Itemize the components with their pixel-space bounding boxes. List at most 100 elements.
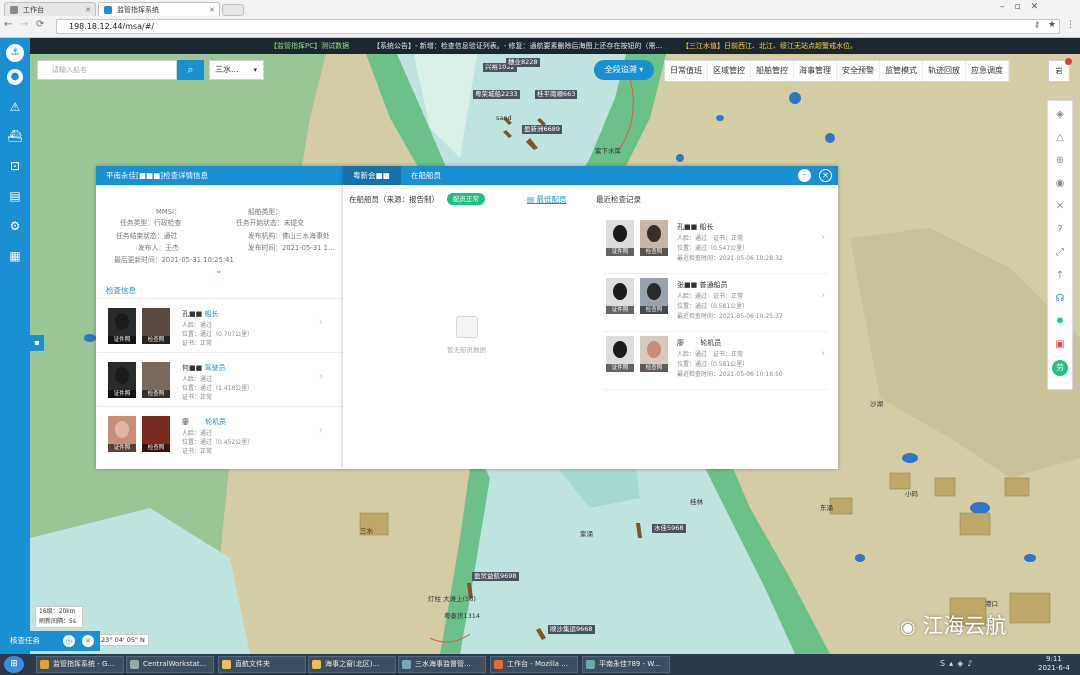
measure-icon[interactable]: △	[1052, 130, 1068, 146]
minimize-button[interactable]: –	[798, 169, 811, 182]
browser-tab-supervision[interactable]: 监管指挥系统 ✕	[98, 2, 220, 16]
tab-company[interactable]: 粤新会■■	[343, 166, 401, 185]
taskbar-item[interactable]: 工作台 - Mozilla ...	[490, 656, 578, 673]
check-photo[interactable]: 检查照	[142, 308, 170, 344]
search-button[interactable]: ⌕	[177, 60, 204, 80]
headset-icon[interactable]: ☊	[1052, 291, 1068, 307]
warning-icon[interactable]: ⚠	[7, 99, 23, 115]
check-photo[interactable]: 检查照	[142, 362, 170, 398]
menu-maritime-mgmt[interactable]: 海事管理	[794, 61, 837, 81]
chevron-right-icon[interactable]: ›	[821, 348, 825, 359]
close-icon[interactable]: ✕	[82, 635, 94, 647]
menu-supervision-mode[interactable]: 监管模式	[880, 61, 923, 81]
forward-icon[interactable]: →	[20, 19, 28, 30]
arrow-up-icon[interactable]: ↑	[1052, 268, 1068, 284]
expand-chevron-icon[interactable]: ⌄	[215, 266, 223, 276]
tab-onboard-crew[interactable]: 在船船员	[411, 166, 441, 185]
browser-tab-workbench[interactable]: 工作台 ✕	[4, 2, 96, 16]
reload-icon[interactable]: ⟳	[36, 19, 44, 30]
layers-icon[interactable]: ◈	[1052, 107, 1068, 123]
chevron-right-icon[interactable]: ›	[319, 317, 323, 328]
expand-panel-button[interactable]: ▪	[30, 335, 44, 351]
labor-icon[interactable]: 劳	[1052, 360, 1068, 376]
chevron-right-icon[interactable]: ›	[319, 371, 323, 382]
crew-row[interactable]: 证件照 检查照 廖 轮机员 人脸：通过 证书：正常 位置：通过（0.581公里）…	[603, 334, 828, 390]
check-photo[interactable]: 检查照	[640, 278, 668, 314]
cert-photo[interactable]: 证件照	[108, 362, 136, 398]
key-icon[interactable]: ⚷	[1034, 20, 1040, 29]
crew-row[interactable]: 证件照 检查照 何■■ 驾驶员 人脸：通过 位置：通过（1.418公里） 证书：…	[96, 352, 343, 406]
vessel-label[interactable]: 穗业8228	[506, 58, 540, 67]
vessel-label[interactable]: 盈贸益航9698	[472, 572, 519, 581]
vessel-label[interactable]: 盈新洲6689	[522, 125, 563, 134]
check-photo[interactable]: 检查照	[640, 220, 668, 256]
window-controls[interactable]: –▫✕	[1000, 2, 1048, 12]
task-bar-tab[interactable]: 核查任务 ◎ ✕	[0, 631, 100, 651]
check-photo[interactable]: 检查照	[142, 416, 170, 452]
chevron-right-icon[interactable]: ›	[821, 290, 825, 301]
vessel-label[interactable]: 粤荣城船2233	[473, 90, 520, 99]
menu-emergency[interactable]: 应急调度	[966, 61, 1009, 81]
crew-row[interactable]: 证件照 检查照 张■■ 普通船员 人脸：通过 证书：正常 位置：通过（0.581…	[603, 276, 828, 332]
lock-icon[interactable]: ⊡	[7, 158, 23, 174]
clock[interactable]: 9:11 2021-6-4	[1038, 655, 1070, 673]
document-icon[interactable]: ▤	[7, 188, 23, 204]
close-button[interactable]: ✕	[819, 169, 832, 182]
star-icon[interactable]: ★	[1048, 20, 1056, 30]
taskbar-item[interactable]: 海事之窗(北区)...	[308, 656, 396, 673]
crew-row[interactable]: 证件照 检查照 孔■■ 船长 人脸：通过 证书：正常 位置：通过（0.547公里…	[603, 218, 828, 274]
help-icon[interactable]: ?	[1052, 222, 1068, 238]
check-photo[interactable]: 检查照	[640, 336, 668, 372]
min-crew-link[interactable]: ▤ 最低配员	[527, 194, 566, 205]
fullscreen-icon[interactable]: ⤢	[1052, 245, 1068, 261]
region-select[interactable]: 三水... ▾	[209, 60, 264, 80]
cert-photo[interactable]: 证件照	[108, 416, 136, 452]
tools-icon[interactable]: ✕	[1052, 199, 1068, 215]
vessel-label[interactable]: 水佳5968	[652, 524, 686, 533]
menu-ship-control[interactable]: 船舶管控	[751, 61, 794, 81]
vessel-label[interactable]: 桂平南顺663	[535, 90, 578, 99]
taskbar-item[interactable]: 平南永佳789 - W...	[582, 656, 670, 673]
gear-icon[interactable]: ⚙	[7, 218, 23, 234]
calendar-red-icon[interactable]: ▣	[1052, 337, 1068, 353]
full-track-button[interactable]: 全段追溯 ▾	[594, 60, 654, 80]
vessel-label[interactable]: 粤泰货1314	[444, 610, 480, 620]
crew-row[interactable]: 证件照 检查照 孔■■ 船长 人脸：通过 位置：通过（0.707公里） 证书：正…	[96, 298, 343, 352]
cert-photo[interactable]: 证件照	[606, 278, 634, 314]
cert-photo[interactable]: 证件照	[606, 336, 634, 372]
menu-safety-warning[interactable]: 安全预警	[837, 61, 880, 81]
menu-icon[interactable]: ⋮	[1066, 20, 1075, 30]
menu-track-playback[interactable]: 轨迹回放	[923, 61, 966, 81]
ship-search-input[interactable]: 请输入船名	[37, 60, 177, 80]
ship-icon[interactable]: ⛴	[7, 128, 23, 144]
firefox-icon	[494, 660, 503, 669]
calendar-icon[interactable]: ▦	[7, 248, 23, 264]
network-icon[interactable]: ✹	[1052, 314, 1068, 330]
menu-daily-duty[interactable]: 日常值班	[665, 61, 708, 81]
start-button[interactable]: ⊞	[4, 656, 24, 673]
crew-row[interactable]: 证件照 检查照 廖 轮机员 人脸：通过 位置：通过（0.452公里） 证书：正常…	[96, 406, 343, 460]
close-tab-icon[interactable]: ✕	[209, 3, 215, 17]
chevron-right-icon[interactable]: ›	[319, 425, 323, 436]
cert-photo[interactable]: 证件照	[108, 308, 136, 344]
taskbar-item[interactable]: 监管指挥系统 - G...	[36, 656, 124, 673]
close-tab-icon[interactable]: ✕	[85, 3, 91, 17]
address-bar[interactable]: 198.18.12.44/msa/#/	[56, 19, 1060, 34]
taskbar-item[interactable]: 三水海事监督管...	[398, 656, 486, 673]
notice-water-level[interactable]: 【三江水值】日前西江、北江、绥江无站点超警戒水位。	[682, 38, 857, 54]
taskbar-item[interactable]: CentralWorkstat...	[126, 656, 214, 673]
vessel-label[interactable]: 顺沙集运9668	[548, 625, 595, 634]
new-tab-button[interactable]	[222, 4, 244, 16]
cert-status: 证书：正常	[182, 448, 213, 455]
view-icon[interactable]: ◎	[63, 635, 75, 647]
notice-announcement[interactable]: 【系统公告】- 新增：检查信息验证列表。- 修复：通航要素删除后海图上还存在按钮…	[373, 38, 662, 54]
user-avatar-icon[interactable]: ●	[7, 69, 23, 85]
menu-area-control[interactable]: 区域管控	[708, 61, 751, 81]
taskbar-item[interactable]: 直航文件夹	[218, 656, 306, 673]
locate-icon[interactable]: ⊕	[1052, 153, 1068, 169]
back-icon[interactable]: ←	[4, 19, 12, 30]
cert-photo[interactable]: 证件照	[606, 220, 634, 256]
chevron-right-icon[interactable]: ›	[821, 232, 825, 243]
tray-icons[interactable]: S▴◈♪	[940, 659, 976, 668]
target-icon[interactable]: ◉	[1052, 176, 1068, 192]
